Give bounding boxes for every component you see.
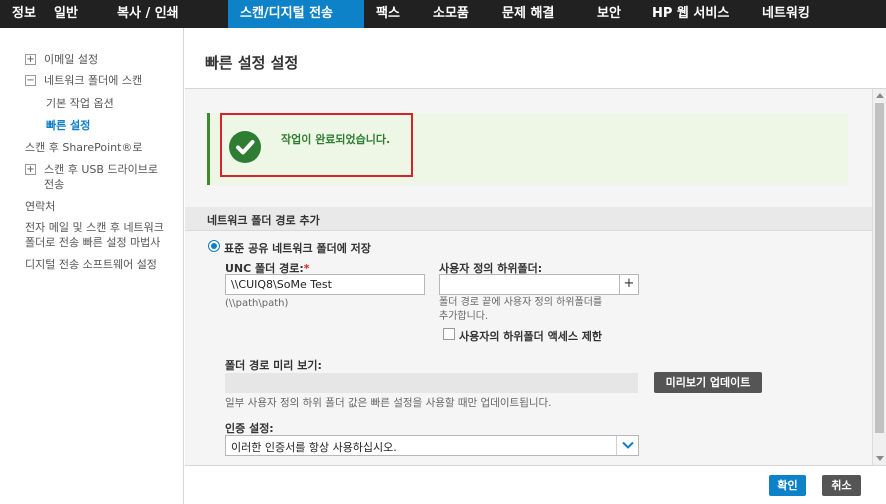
tab-info[interactable]: 정보 bbox=[0, 0, 42, 28]
restrict-access-checkbox[interactable] bbox=[443, 328, 455, 340]
tab-hp-web-services[interactable]: HP 웹 서비스 bbox=[640, 0, 750, 28]
tab-troubleshooting[interactable]: 문제 해결 bbox=[490, 0, 585, 28]
standard-share-radio[interactable] bbox=[208, 240, 220, 252]
cancel-button[interactable]: 취소 bbox=[822, 475, 861, 496]
unc-path-input[interactable] bbox=[225, 274, 425, 295]
sidebar-item-quick-sets[interactable]: 빠른 설정 bbox=[46, 118, 90, 133]
sidebar-item-default-job-options[interactable]: 기본 작업 옵션 bbox=[46, 96, 114, 111]
tab-fax[interactable]: 팩스 bbox=[364, 0, 421, 28]
add-subfolder-button[interactable]: + bbox=[619, 275, 638, 294]
tab-networking[interactable]: 네트워킹 bbox=[750, 0, 845, 28]
sidebar-item-contacts[interactable]: 연락처 bbox=[25, 199, 55, 214]
unc-path-hint: (\\path\path) bbox=[225, 298, 289, 309]
scroll-up-icon[interactable] bbox=[876, 93, 884, 98]
sidebar-item-email-setup[interactable]: 이메일 설정 bbox=[44, 52, 98, 67]
auth-settings-label: 인증 설정: bbox=[225, 422, 274, 435]
scrollbar-thumb[interactable] bbox=[875, 103, 884, 433]
sidebar: + 이메일 설정 − 네트워크 폴더에 스캔 기본 작업 옵션 빠른 설정 스캔… bbox=[0, 28, 184, 504]
tab-copy-print[interactable]: 복사 / 인쇄 bbox=[105, 0, 228, 28]
sidebar-item-scan-to-network-folder[interactable]: 네트워크 폴더에 스캔 bbox=[44, 73, 142, 88]
sidebar-item-scan-to-sharepoint[interactable]: 스캔 후 SharePoint®로 bbox=[25, 140, 143, 155]
expand-icon[interactable]: + bbox=[25, 54, 36, 65]
sidebar-item-quick-set-wizard-line2[interactable]: 폴더로 전송 빠른 설정 마법사 bbox=[25, 235, 160, 250]
section-title: 네트워크 폴더 경로 추가 bbox=[207, 214, 320, 227]
scroll-down-icon[interactable] bbox=[876, 456, 884, 461]
chevron-down-icon[interactable] bbox=[616, 436, 638, 455]
main-panel: 빠른 설정 설정 작업이 완료되었습니다. 네트워크 폴더 경로 추가 표준 공… bbox=[185, 28, 886, 504]
tab-scan-digital-send[interactable]: 스캔/디지털 전송 bbox=[228, 0, 364, 28]
standard-share-label[interactable]: 표준 공유 네트워크 폴더에 저장 bbox=[224, 240, 371, 256]
sidebar-item-scan-to-usb-line2[interactable]: 전송 bbox=[44, 177, 64, 192]
update-preview-button[interactable]: 미리보기 업데이트 bbox=[654, 372, 762, 393]
top-nav: 정보 일반 복사 / 인쇄 스캔/디지털 전송 팩스 소모품 문제 해결 보안 … bbox=[0, 0, 886, 28]
restrict-access-label[interactable]: 사용자의 하위폴더 액세스 제한 bbox=[459, 328, 602, 344]
subfolder-hint-line2: 추가합니다. bbox=[439, 311, 489, 322]
highlight-box bbox=[220, 113, 413, 177]
subfolder-hint-line1: 폴더 경로 끝에 사용자 정의 하위폴더를 bbox=[439, 297, 603, 308]
page-title: 빠른 설정 설정 bbox=[205, 54, 299, 72]
sidebar-item-digital-send-software[interactable]: 디지털 전송 소프트웨어 설정 bbox=[25, 257, 157, 272]
auth-settings-value: 이러한 인증서를 항상 사용하십시오. bbox=[231, 441, 397, 454]
section-header: 네트워크 폴더 경로 추가 bbox=[185, 207, 872, 231]
auth-settings-select[interactable]: 이러한 인증서를 항상 사용하십시오. bbox=[225, 435, 639, 456]
sidebar-item-quick-set-wizard[interactable]: 전자 메일 및 스캔 후 네트워크 bbox=[25, 220, 164, 235]
footer-divider bbox=[185, 465, 886, 466]
preview-note: 일부 사용자 정의 하위 폴더 값은 빠른 설정을 사용할 때만 업데이트됩니다… bbox=[225, 397, 552, 409]
tab-security[interactable]: 보안 bbox=[585, 0, 640, 28]
scrollbar[interactable] bbox=[872, 89, 886, 465]
tab-supplies[interactable]: 소모품 bbox=[421, 0, 490, 28]
custom-subfolder-input[interactable] bbox=[439, 274, 639, 295]
sidebar-item-scan-to-usb[interactable]: 스캔 후 USB 드라이브로 bbox=[44, 162, 158, 177]
folder-path-preview bbox=[225, 373, 638, 393]
tab-general[interactable]: 일반 bbox=[42, 0, 105, 28]
expand-icon[interactable]: + bbox=[25, 164, 36, 175]
collapse-icon[interactable]: − bbox=[25, 75, 36, 86]
ok-button[interactable]: 확인 bbox=[769, 475, 806, 496]
preview-label: 폴더 경로 미리 보기: bbox=[225, 359, 322, 372]
